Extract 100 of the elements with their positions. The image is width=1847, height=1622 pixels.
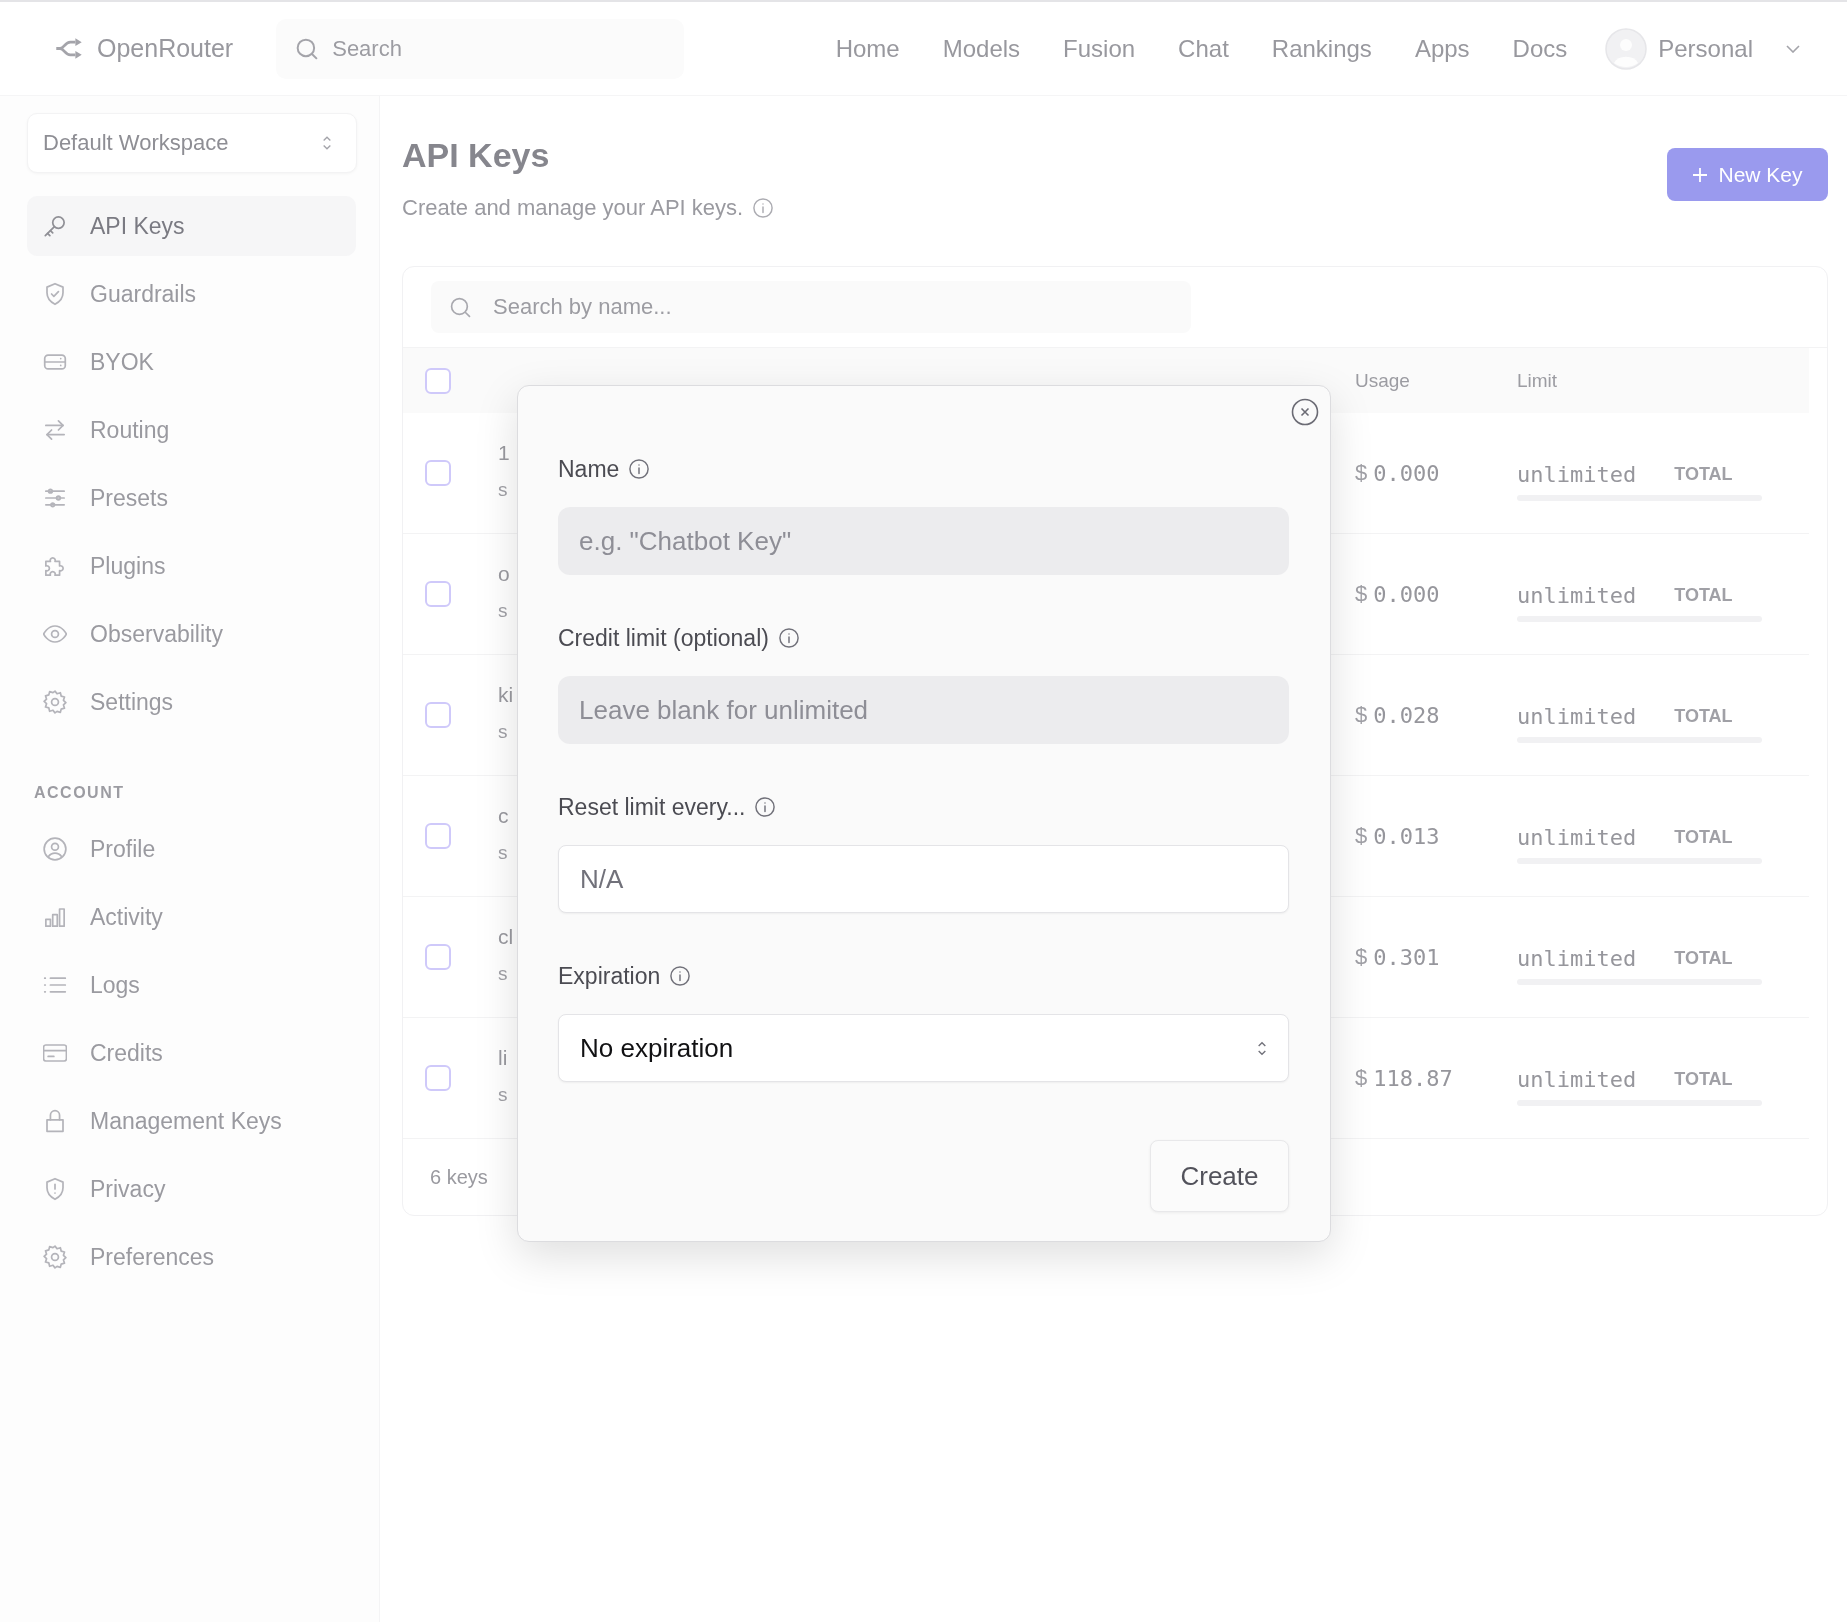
key-prefix: s (498, 841, 508, 865)
sliders-icon (43, 486, 67, 510)
bar-chart-icon (43, 905, 67, 929)
page-title: API Keys (402, 135, 551, 175)
select-field[interactable]: No expiration (558, 1014, 1289, 1082)
select-all-checkbox[interactable] (425, 367, 451, 394)
column-header: Usage (1355, 369, 1411, 392)
info-icon[interactable] (670, 966, 691, 986)
limit-period: TOTAL (1674, 705, 1733, 727)
nav-link[interactable]: Fusion (1063, 34, 1136, 63)
page-subtitle: Create and manage your API keys. (402, 194, 744, 222)
sidebar-item[interactable]: Preferences (27, 1227, 356, 1287)
nav-link[interactable]: Docs (1512, 34, 1568, 63)
row-checkbox[interactable] (425, 702, 451, 728)
limit-period: TOTAL (1674, 826, 1733, 848)
table-search-field[interactable]: Search by name... (431, 281, 1191, 333)
logo-text: OpenRouter (97, 34, 234, 63)
sidebar-item[interactable]: Activity (27, 887, 356, 947)
key-name: cl (498, 925, 514, 949)
usage-amount: 118.87 (1373, 1065, 1453, 1091)
sidebar-item[interactable]: Management Keys (27, 1091, 356, 1151)
info-icon[interactable] (755, 797, 776, 817)
key-count: 6 keys (430, 1165, 488, 1189)
avatar-icon (1605, 27, 1648, 70)
sidebar-item[interactable]: Observability (27, 604, 356, 664)
limit-value: unlimited (1517, 1066, 1637, 1092)
key-prefix: s (498, 599, 508, 623)
sidebar-item[interactable]: Profile (27, 819, 356, 879)
arrows-icon (43, 418, 67, 442)
shield-check-icon (43, 282, 67, 306)
limit-value: unlimited (1517, 824, 1637, 850)
row-checkbox[interactable] (425, 460, 451, 486)
input-field[interactable]: Leave blank for unlimited (558, 676, 1289, 744)
currency-symbol: $ (1355, 460, 1368, 486)
nav-link[interactable]: Chat (1178, 34, 1229, 63)
sidebar-item[interactable]: BYOK (27, 332, 356, 392)
gear-icon (43, 690, 67, 714)
nav-link[interactable]: Apps (1414, 34, 1470, 63)
row-checkbox[interactable] (425, 581, 451, 607)
key-prefix: s (498, 1083, 508, 1107)
eye-icon (43, 622, 67, 646)
create-button[interactable]: Create (1150, 1140, 1289, 1212)
sidebar-item[interactable]: Privacy (27, 1159, 356, 1219)
workspace-selector[interactable]: Default Workspace (27, 113, 357, 173)
row-checkbox[interactable] (425, 823, 451, 849)
row-checkbox[interactable] (425, 1065, 451, 1091)
section-heading: ACCOUNT (34, 784, 126, 802)
search-icon (296, 37, 319, 60)
user-circle-icon (43, 837, 67, 861)
key-name: c (498, 804, 509, 828)
account-menu[interactable]: Personal (1605, 27, 1800, 70)
puzzle-icon (43, 554, 67, 578)
key-name: ki (498, 683, 514, 707)
up-down-chevron-icon (322, 136, 332, 150)
usage-amount: 0.013 (1373, 823, 1440, 849)
info-icon[interactable] (629, 459, 650, 479)
input-field[interactable]: e.g. "Chatbot Key" (558, 507, 1289, 575)
nav-link[interactable]: Home (835, 34, 900, 63)
sidebar-item[interactable]: API Keys (27, 196, 356, 256)
plus-icon (1692, 166, 1709, 183)
usage-amount: 0.000 (1373, 460, 1440, 486)
logo-icon (55, 37, 83, 60)
sidebar-item[interactable]: Settings (27, 672, 356, 732)
search-icon (450, 297, 471, 318)
key-prefix: s (498, 478, 508, 502)
key-name: 1 (498, 441, 510, 465)
column-header: Limit (1517, 369, 1559, 392)
key-icon (43, 214, 67, 238)
usage-amount: 0.000 (1373, 581, 1440, 607)
info-icon[interactable] (753, 198, 774, 218)
key-name: li (498, 1046, 508, 1070)
currency-symbol: $ (1355, 1065, 1368, 1091)
sidebar-item[interactable]: Presets (27, 468, 356, 528)
gear-icon (43, 1245, 67, 1269)
nav-link[interactable]: Models (942, 34, 1021, 63)
field-label: Reset limit every... (558, 793, 746, 821)
close-icon (1291, 398, 1319, 426)
sidebar-item[interactable]: Routing (27, 400, 356, 460)
new-key-button[interactable]: New Key (1667, 148, 1828, 201)
chevron-down-icon (1786, 44, 1800, 53)
currency-symbol: $ (1355, 702, 1368, 728)
row-checkbox[interactable] (425, 944, 451, 970)
lock-icon (43, 1109, 67, 1133)
sidebar-item[interactable]: Logs (27, 955, 356, 1015)
limit-value: unlimited (1517, 703, 1637, 729)
field-label: Expiration (558, 962, 661, 990)
sidebar-item[interactable]: Credits (27, 1023, 356, 1083)
currency-symbol: $ (1355, 581, 1368, 607)
up-down-chevron-icon (1257, 1040, 1267, 1056)
close-button[interactable] (1291, 398, 1319, 426)
key-prefix: s (498, 962, 508, 986)
input-field[interactable]: N/A (558, 845, 1289, 913)
search-field[interactable]: Search (276, 18, 685, 79)
limit-period: TOTAL (1674, 463, 1733, 485)
sidebar-item[interactable]: Plugins (27, 536, 356, 596)
field-label: Credit limit (optional) (558, 624, 769, 652)
sidebar-item[interactable]: Guardrails (27, 264, 356, 324)
info-icon[interactable] (778, 628, 799, 648)
limit-value: unlimited (1517, 582, 1637, 608)
nav-link[interactable]: Rankings (1271, 34, 1372, 63)
